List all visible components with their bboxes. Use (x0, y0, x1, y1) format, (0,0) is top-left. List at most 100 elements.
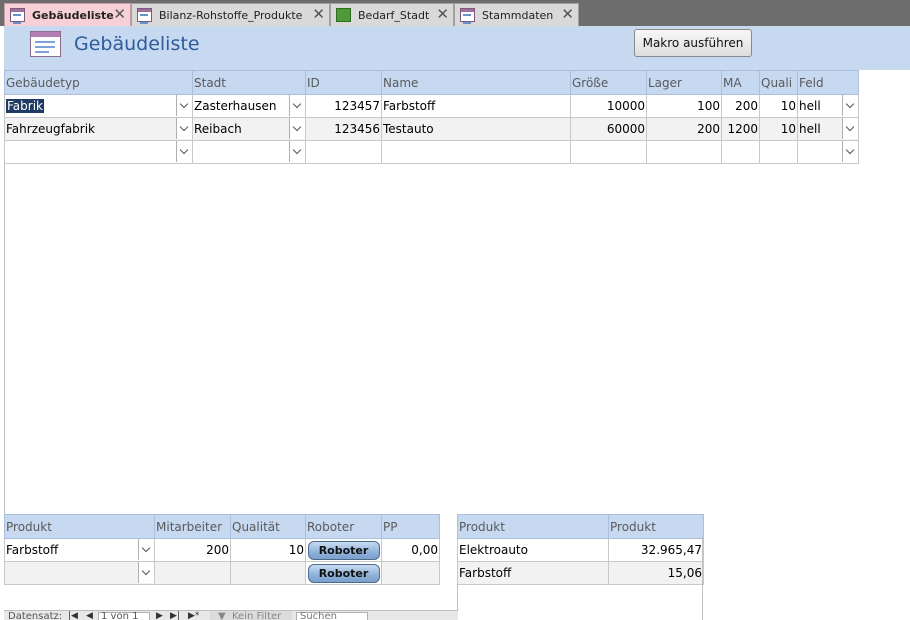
close-icon[interactable]: ✕ (312, 6, 325, 23)
table-row[interactable]: Fabrik Zasterhausen 123457 Farbstoff 100… (4, 94, 859, 118)
new-record-row[interactable] (4, 140, 859, 164)
last-record-icon[interactable]: ▶| (170, 611, 180, 620)
gebaeudetyp-combo[interactable]: Fahrzeugfabrik (4, 117, 193, 141)
record-label: Datensatz: (8, 611, 63, 620)
table-row[interactable]: Fahrzeugfabrik Reibach 123456 Testauto 6… (4, 117, 859, 141)
quali-cell[interactable]: 10 (759, 117, 798, 141)
feld-combo[interactable] (797, 140, 859, 164)
mitarbeiter-cell[interactable]: 200 (154, 538, 231, 562)
chevron-down-icon[interactable] (176, 118, 192, 139)
produkt-name-cell[interactable]: Farbstoff (457, 561, 609, 585)
quali-cell[interactable]: 10 (759, 94, 798, 118)
column-header-name[interactable]: Name (381, 70, 571, 95)
pp-cell[interactable]: 0,00 (381, 538, 440, 562)
qualitaet-cell[interactable] (230, 561, 306, 585)
id-cell[interactable]: 123457 (305, 94, 382, 118)
chevron-down-icon[interactable] (289, 95, 305, 116)
name-cell[interactable]: Testauto (381, 117, 571, 141)
new-record-icon[interactable]: ▶* (188, 611, 199, 620)
stadt-combo[interactable]: Reibach (192, 117, 306, 141)
next-record-icon[interactable]: ▶ (156, 611, 163, 620)
tab-bilanz-rohstoffe-produkte[interactable]: Bilanz-Rohstoffe_Produkte ✕ (131, 3, 330, 26)
first-record-icon[interactable]: |◀ (68, 611, 78, 620)
chevron-down-icon[interactable] (842, 118, 858, 139)
lager-cell[interactable] (646, 140, 722, 164)
id-cell[interactable] (305, 140, 382, 164)
column-header-feld[interactable]: Feld (797, 70, 859, 95)
cell-value: hell (799, 99, 821, 113)
cell-value: Zasterhausen (194, 99, 277, 113)
chevron-down-icon[interactable] (842, 141, 858, 162)
column-header-lager[interactable]: Lager (646, 70, 722, 95)
qualitaet-cell[interactable]: 10 (230, 538, 306, 562)
chevron-down-icon[interactable] (289, 141, 305, 162)
chevron-down-icon[interactable] (176, 141, 192, 162)
quali-cell[interactable] (759, 140, 798, 164)
lager-cell[interactable]: 200 (646, 117, 722, 141)
groesse-cell[interactable] (570, 140, 647, 164)
subform-right-border (702, 537, 703, 620)
column-header-produkt[interactable]: Produkt (457, 514, 609, 539)
record-navigation-bar: Datensatz: |◀ ◀ 1 von 1 ▶ ▶| ▶* ▼ Kein F… (4, 610, 458, 620)
column-header-produkt-value[interactable]: Produkt (608, 514, 704, 539)
produkt-value-cell[interactable]: 32.965,47 (608, 538, 704, 562)
ma-cell[interactable]: 200 (721, 94, 760, 118)
table-row[interactable]: Elektroauto 32.965,47 (457, 538, 704, 562)
id-cell[interactable]: 123456 (305, 117, 382, 141)
pp-cell[interactable] (381, 561, 440, 585)
close-icon[interactable]: ✕ (561, 6, 574, 23)
chevron-down-icon[interactable] (138, 539, 154, 560)
column-header-pp[interactable]: PP (381, 514, 440, 539)
chevron-down-icon[interactable] (842, 95, 858, 116)
tab-stammdaten[interactable]: Stammdaten ✕ (454, 3, 579, 26)
chevron-down-icon[interactable] (289, 118, 305, 139)
gebaeudetyp-combo[interactable]: Fabrik (4, 94, 193, 118)
column-header-qualitaet[interactable]: Qualität (230, 514, 306, 539)
column-header-roboter[interactable]: Roboter (305, 514, 382, 539)
produkt-name-cell[interactable]: Elektroauto (457, 538, 609, 562)
document-tab-bar: Gebäudeliste ✕ Bilanz-Rohstoffe_Produkte… (0, 0, 910, 26)
prev-record-icon[interactable]: ◀ (86, 611, 93, 620)
tab-gebaeudeliste[interactable]: Gebäudeliste ✕ (4, 3, 131, 26)
stadt-combo[interactable]: Zasterhausen (192, 94, 306, 118)
lager-cell[interactable]: 100 (646, 94, 722, 118)
produkt-value-cell[interactable]: 15,06 (608, 561, 704, 585)
chevron-down-icon[interactable] (138, 562, 154, 583)
roboter-button[interactable]: Roboter (307, 563, 380, 583)
stadt-combo[interactable] (192, 140, 306, 164)
column-header-produkt[interactable]: Produkt (4, 514, 155, 539)
name-cell[interactable]: Farbstoff (381, 94, 571, 118)
gebaeudetyp-combo[interactable] (4, 140, 193, 164)
table-row[interactable]: Farbstoff 15,06 (457, 561, 704, 585)
name-cell[interactable] (381, 140, 571, 164)
run-macro-button[interactable]: Makro ausführen (634, 29, 752, 57)
column-header-quali[interactable]: Quali (759, 70, 798, 95)
groesse-cell[interactable]: 60000 (570, 117, 647, 141)
mitarbeiter-cell[interactable] (154, 561, 231, 585)
chevron-down-icon[interactable] (176, 95, 192, 116)
ma-cell[interactable] (721, 140, 760, 164)
tab-label: Bilanz-Rohstoffe_Produkte (159, 8, 303, 22)
close-icon[interactable]: ✕ (436, 6, 449, 23)
column-header-id[interactable]: ID (305, 70, 382, 95)
cell-value: Farbstoff (6, 543, 59, 557)
column-header-groesse[interactable]: Größe (570, 70, 647, 95)
record-position: 1 von 1 (101, 611, 139, 620)
form-icon (10, 8, 25, 24)
table-row[interactable]: Farbstoff 200 10 Roboter 0,00 (4, 538, 440, 562)
column-header-gebaeudetyp[interactable]: Gebäudetyp (4, 70, 193, 95)
new-record-row[interactable]: Roboter (4, 561, 440, 585)
groesse-cell[interactable]: 10000 (570, 94, 647, 118)
feld-combo[interactable]: hell (797, 94, 859, 118)
produkt-combo[interactable]: Farbstoff (4, 538, 155, 562)
feld-combo[interactable]: hell (797, 117, 859, 141)
column-header-stadt[interactable]: Stadt (192, 70, 306, 95)
column-header-ma[interactable]: MA (721, 70, 760, 95)
roboter-button[interactable]: Roboter (307, 540, 380, 560)
close-icon[interactable]: ✕ (113, 6, 126, 23)
column-header-mitarbeiter[interactable]: Mitarbeiter (154, 514, 231, 539)
tab-bedarf-stadt[interactable]: Bedarf_Stadt ✕ (330, 3, 454, 26)
ma-cell[interactable]: 1200 (721, 117, 760, 141)
buildings-table: Gebäudetyp Stadt ID Name Größe Lager MA … (4, 70, 859, 164)
produkt-combo[interactable] (4, 561, 155, 585)
